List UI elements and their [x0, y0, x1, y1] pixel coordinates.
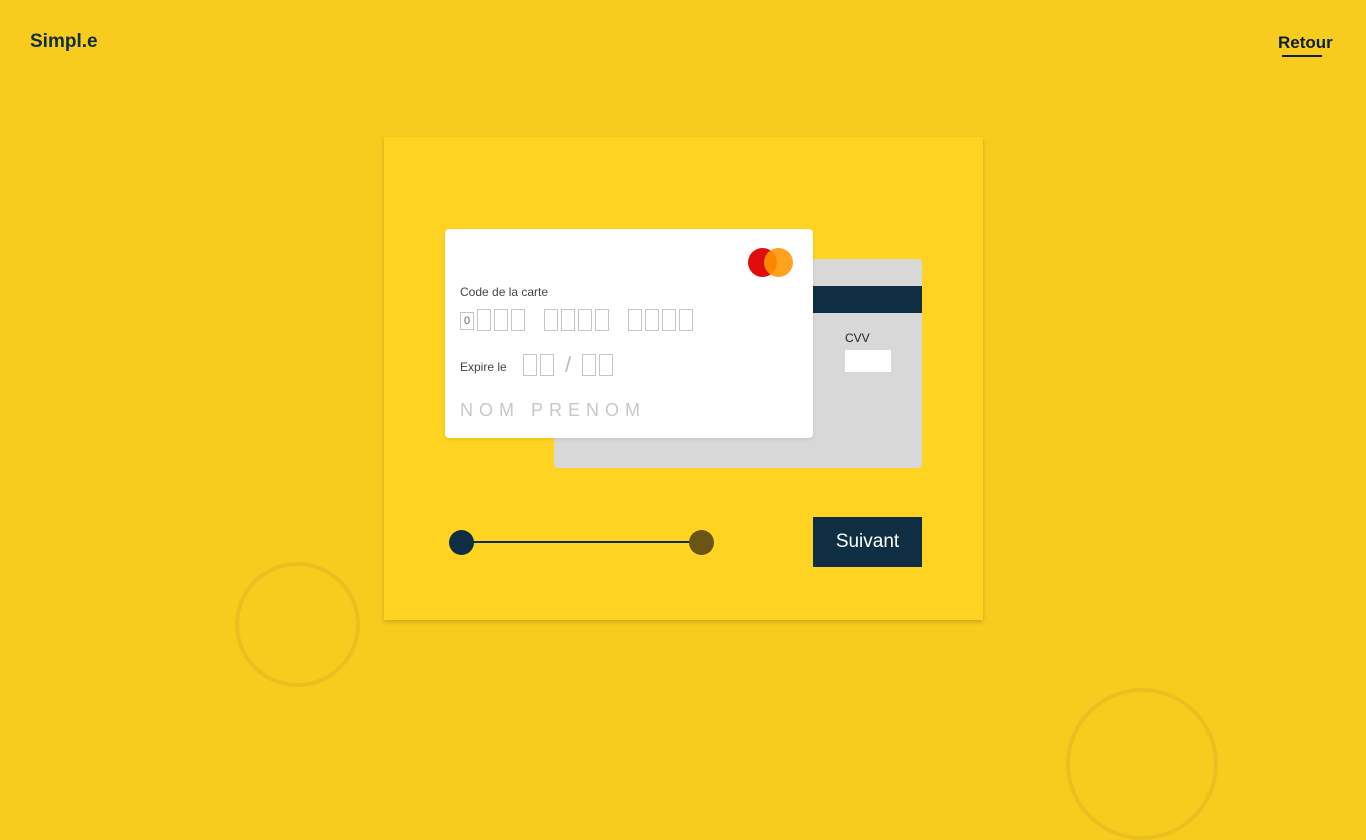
progress-line	[461, 541, 702, 543]
payment-panel: CVV Code de la carte 0 Expire le / NOM P…	[384, 137, 983, 620]
card-digit[interactable]	[477, 309, 491, 331]
cvv-label: CVV	[845, 331, 870, 345]
decorative-circle	[235, 562, 360, 687]
cardholder-name-input[interactable]	[460, 400, 780, 421]
expiry-input[interactable]: /	[523, 354, 616, 376]
progress-step-1	[449, 530, 474, 555]
mastercard-icon	[748, 248, 794, 278]
progress-step-2	[689, 530, 714, 555]
card-digit[interactable]	[511, 309, 525, 331]
expiry-year-digit[interactable]	[599, 354, 614, 376]
card-digit[interactable]	[595, 309, 609, 331]
card-digit[interactable]	[628, 309, 642, 331]
expiry-year-digit[interactable]	[582, 354, 597, 376]
next-button[interactable]: Suivant	[813, 517, 922, 567]
card-digit[interactable]	[679, 309, 693, 331]
card-front: Code de la carte 0 Expire le /	[445, 229, 813, 438]
decorative-circle	[1066, 688, 1218, 840]
back-link[interactable]: Retour	[1278, 33, 1333, 53]
expiry-label: Expire le	[460, 360, 507, 374]
card-digit[interactable]	[645, 309, 659, 331]
cvv-input[interactable]	[845, 350, 891, 372]
logo: Simpl.e	[30, 31, 98, 52]
card-digit[interactable]	[561, 309, 575, 331]
expiry-month-digit[interactable]	[523, 354, 537, 376]
card-digit[interactable]	[662, 309, 676, 331]
expiry-separator: /	[565, 352, 572, 377]
card-digit[interactable]	[494, 309, 508, 331]
card-digit[interactable]	[578, 309, 592, 331]
card-digit[interactable]	[544, 309, 558, 331]
card-digit[interactable]: 0	[460, 312, 474, 330]
back-link-underline	[1282, 55, 1322, 57]
card-code-label: Code de la carte	[460, 285, 549, 299]
card-number-input[interactable]: 0	[460, 309, 696, 333]
expiry-month-digit[interactable]	[540, 354, 554, 376]
